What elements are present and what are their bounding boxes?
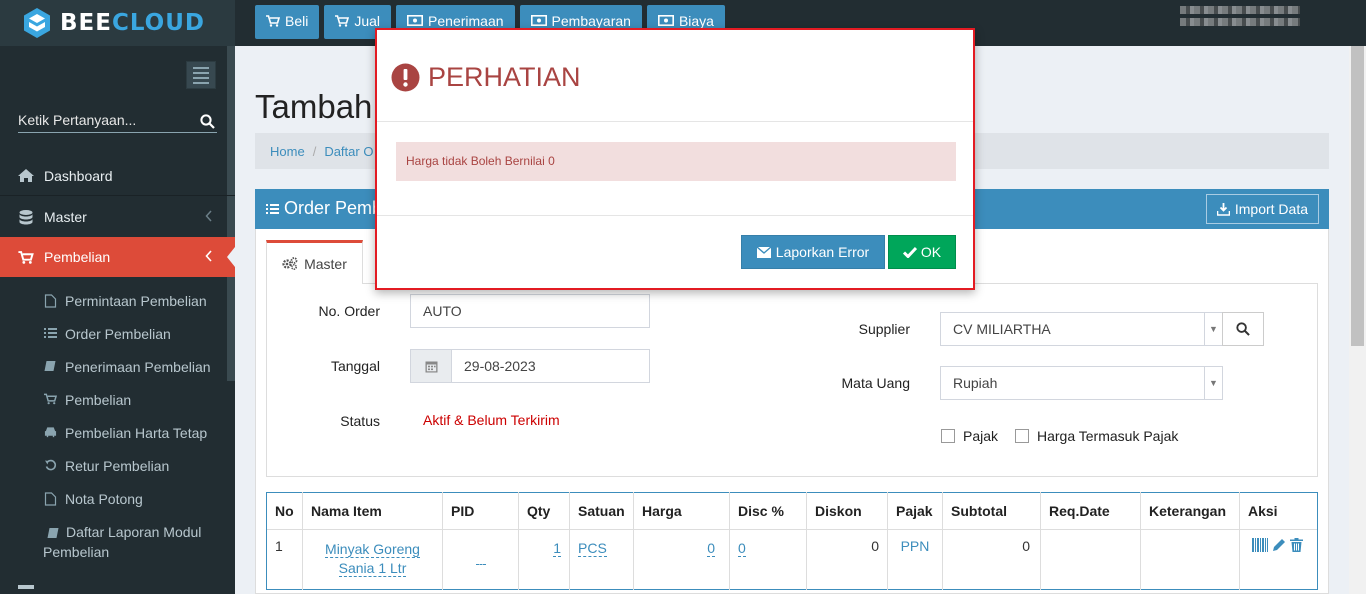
exclamation-circle-icon (391, 63, 420, 92)
ok-label: OK (920, 244, 942, 260)
ok-button[interactable]: OK (888, 235, 956, 269)
envelope-icon (756, 246, 771, 258)
modal-title-text: PERHATIAN (428, 62, 581, 92)
check-icon (902, 246, 917, 258)
modal-title: PERHATIAN (391, 62, 581, 93)
laporkan-error-button[interactable]: Laporkan Error (741, 235, 885, 269)
modal-header: PERHATIAN (377, 30, 973, 122)
laporkan-error-label: Laporkan Error (775, 244, 870, 260)
alert-message: Harga tidak Boleh Bernilai 0 (396, 142, 956, 181)
alert-modal: PERHATIAN Harga tidak Boleh Bernilai 0 L… (375, 28, 975, 290)
modal-footer: Laporkan Error OK (377, 215, 973, 288)
